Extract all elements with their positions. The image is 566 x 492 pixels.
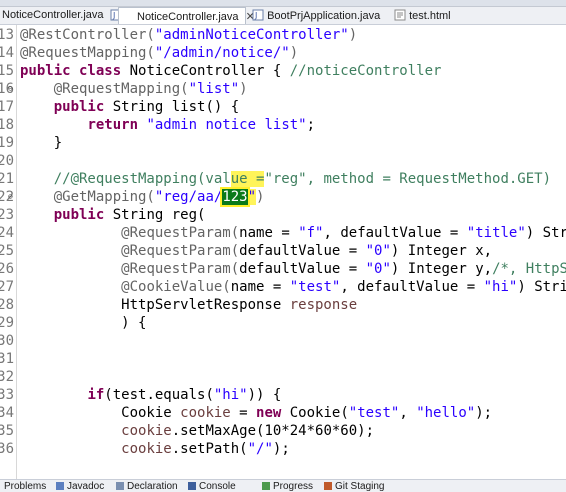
fold-collapse-icon[interactable]: ⊖ (8, 188, 13, 206)
line-number: 13 (0, 27, 14, 43)
selected-text[interactable]: 123 (220, 187, 250, 207)
svg-text:J: J (112, 11, 115, 20)
tab-label: Problems (4, 481, 47, 492)
git-staging-icon (324, 482, 332, 490)
progress-icon (262, 482, 270, 490)
tab-label: Git Staging (335, 481, 385, 492)
tab-label: Javadoc (67, 481, 105, 492)
tab-notice-controller-1[interactable]: NoticeController.java (2, 7, 104, 24)
line-number: 32 (0, 369, 14, 385)
code-line-22-current: 22 ⊖ @GetMapping("reg/aa/123") (0, 187, 566, 207)
line-number: 18 (0, 117, 14, 133)
code-text: Cookie cookie = new Cookie("test", "hell… (20, 405, 493, 421)
line-number: 35 (0, 423, 14, 439)
toolbar-edge (0, 0, 566, 7)
line-number: 31 (0, 351, 14, 367)
line-number: 14 (0, 45, 14, 61)
tab-progress[interactable]: Progress (262, 481, 313, 492)
code-text: @CookieValue(name = "test", defaultValue… (121, 279, 566, 295)
tab-console[interactable]: Console (188, 481, 236, 492)
html-file-icon (394, 9, 406, 21)
tab-label: Progress (273, 481, 314, 492)
fold-collapse-icon[interactable]: ⊖ (8, 80, 13, 98)
svg-text:J: J (254, 11, 257, 20)
code-text: @RequestMapping("list") (53, 81, 248, 97)
code-text: //@RequestMapping(value ="reg", method =… (20, 171, 552, 187)
line-number: 20 (0, 153, 14, 169)
tab-problems[interactable]: Problems (4, 481, 46, 492)
code-editor[interactable]: 13 @RestController("adminNoticeController… (0, 25, 566, 479)
console-icon (188, 482, 196, 490)
code-text: @RestController("adminNoticeController") (20, 27, 358, 43)
line-number: 21 (0, 171, 14, 187)
views-tab-bar: Problems Javadoc Declaration Console Pro… (0, 479, 566, 492)
tab-label: BootPrjApplication.java (267, 10, 381, 22)
line-number: 36 (0, 441, 14, 457)
line-number: 26 (0, 261, 14, 277)
tab-label: NoticeController.java (137, 11, 239, 23)
line-number: 34 (0, 405, 14, 421)
tab-git-staging[interactable]: Git Staging (324, 481, 384, 492)
line-number: 29 (0, 315, 14, 331)
code-text: return "admin notice list"; (87, 117, 316, 133)
java-file-icon: J (252, 9, 264, 21)
line-number: 25 (0, 243, 14, 259)
tab-bootprj-application[interactable]: J BootPrjApplication.java (252, 7, 380, 24)
code-text: @RequestParam(defaultValue = "0") Intege… (121, 261, 566, 277)
javadoc-icon (56, 482, 64, 490)
line-number: 19 (0, 135, 14, 151)
line-number: 30 (0, 333, 14, 349)
declaration-icon (116, 482, 124, 490)
code-text: cookie.setPath("/"); (121, 441, 290, 457)
line-number: 15 (0, 63, 14, 79)
code-text: } (20, 135, 63, 151)
line-number: 23 (0, 207, 14, 223)
tab-label: NoticeController.java (2, 9, 104, 21)
editor-tab-bar: NoticeController.java J NoticeController… (0, 0, 566, 25)
tab-label: Declaration (127, 481, 178, 492)
tab-label: Console (199, 481, 236, 492)
line-number: 28 (0, 297, 14, 313)
line-number: 27 (0, 279, 14, 295)
line-number: 17 (0, 99, 14, 115)
code-text: HttpServletResponse response (20, 297, 358, 313)
tab-label: test.html (409, 10, 451, 22)
code-text: cookie.setMaxAge(10*24*60*60); (121, 423, 375, 439)
code-text: public String list() { (53, 99, 240, 115)
code-text: @RequestParam(defaultValue = "0") Intege… (121, 243, 493, 259)
code-text: @GetMapping("reg/aa/123") (53, 187, 265, 207)
tab-test-html[interactable]: test.html (394, 7, 451, 24)
code-text: @RequestMapping("/admin/notice/") (20, 45, 299, 61)
line-number: 33 (0, 387, 14, 403)
code-text: public class NoticeController { //notice… (20, 63, 442, 79)
line-number: 24 (0, 225, 14, 241)
tab-javadoc[interactable]: Javadoc (56, 481, 104, 492)
tab-notice-controller-active[interactable]: NoticeController.java ✕ (118, 7, 255, 24)
code-text: if(test.equals("hi")) { (87, 387, 282, 403)
code-text: ) { (20, 315, 147, 331)
tab-declaration[interactable]: Declaration (116, 481, 178, 492)
code-text: @RequestParam(name = "f", defaultValue =… (121, 225, 566, 241)
code-text: public String reg( (53, 207, 206, 223)
